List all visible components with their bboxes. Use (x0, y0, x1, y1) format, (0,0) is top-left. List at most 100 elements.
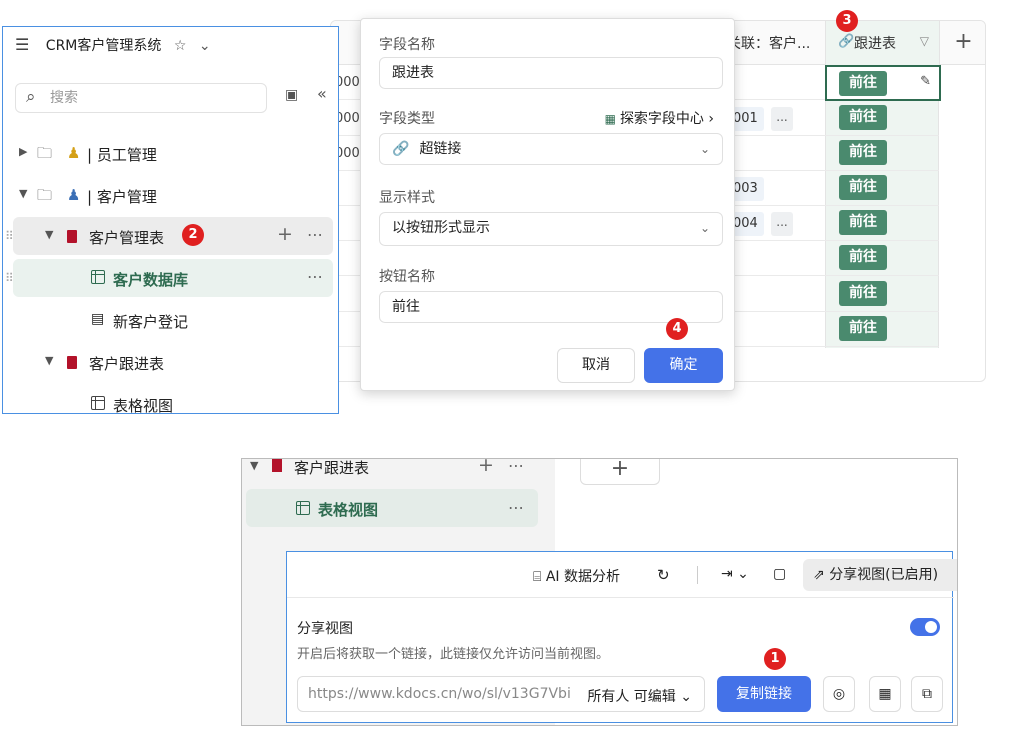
add-icon[interactable]: + (277, 223, 293, 245)
drag-handle-icon[interactable]: ⠿ (5, 229, 14, 243)
export-icon[interactable]: ⇥ ⌄ (721, 566, 749, 582)
display-style-select[interactable]: 以按钮形式显示 ⌄ (379, 212, 723, 246)
sidebar-item-label: 新客户登记 (113, 313, 189, 331)
share-view-description: 开启后将获取一个链接，此链接仅允许访问当前视图。 (297, 647, 610, 662)
search-box[interactable]: ⌕ (15, 83, 267, 113)
caret-right-icon[interactable]: ▶ (19, 145, 27, 158)
add-column-button[interactable]: + (939, 21, 985, 65)
search-input[interactable] (50, 88, 250, 108)
chevron-down-icon[interactable]: ⌄ (199, 38, 211, 54)
field-name-label: 字段名称 (379, 37, 435, 53)
share-view-panel: ⌸ AI 数据分析 ↻ ⇥ ⌄ ▢ ⇗ 分享视图(已启用) 分享视图 开启后将获… (286, 551, 957, 723)
more-icon[interactable]: ⋯ (508, 459, 524, 475)
more-chip[interactable]: ... (771, 107, 793, 131)
add-tab-button[interactable]: + (580, 459, 660, 485)
history-icon[interactable]: ↻ (657, 566, 670, 584)
share-view-label: 分享视图(已启用) (829, 567, 939, 583)
selected-cell[interactable]: 前往 ✎ (825, 65, 941, 101)
more-icon[interactable]: ⋯ (508, 498, 524, 517)
save-icon[interactable]: ▣ (285, 87, 298, 103)
grid-view-icon (91, 270, 105, 284)
step-badge-3: 3 (836, 10, 858, 32)
sidebar-item-label: 客户跟进表 (294, 459, 370, 477)
share-view-toggle[interactable] (910, 618, 940, 636)
link-icon: 🔗 (838, 34, 855, 49)
add-icon[interactable]: + (478, 459, 494, 476)
column-header-relation[interactable]: 关联：客户... (727, 33, 810, 53)
sidebar: ☰ CRM客户管理系统 ☆ ⌄ ⌕ ▣ « ▶ 🗀 ♟ | 员工管理 ▼ 🗀 ♟… (2, 26, 339, 414)
collapse-icon[interactable]: « (317, 84, 327, 103)
sidebar-item-customer-db[interactable]: ⠿ 客户数据库 ⋯ (5, 259, 333, 297)
qrcode-icon[interactable]: ▦ (869, 676, 901, 712)
button-name-label: 按钮名称 (379, 269, 435, 285)
form-icon: ▤ (91, 311, 105, 327)
caret-down-icon[interactable]: ▼ (45, 228, 53, 241)
goto-button[interactable]: 前往 (839, 140, 887, 165)
goto-button[interactable]: 前往 (839, 316, 887, 341)
link-icon: 🔗 (392, 141, 410, 157)
grid-view-icon (296, 501, 310, 515)
app-title[interactable]: CRM客户管理系统 (46, 38, 162, 54)
display-style-label: 显示样式 (379, 190, 435, 206)
sidebar-item-new-customer-form[interactable]: ▤ 新客户登记 (13, 301, 333, 339)
display-style-value: 以按钮形式显示 (392, 220, 490, 236)
cancel-button[interactable]: 取消 (557, 348, 635, 383)
ai-analysis-button[interactable]: ⌸ AI 数据分析 (533, 566, 620, 586)
caret-down-icon[interactable]: ▼ (45, 354, 53, 367)
pencil-icon[interactable]: ✎ (920, 74, 931, 89)
person-icon: ♟ (67, 186, 81, 204)
goto-button[interactable]: 前往 (839, 245, 887, 270)
more-icon[interactable]: ⋯ (307, 225, 323, 244)
ai-icon: ⌸ (533, 569, 542, 585)
sidebar-item-label: 表格视图 (318, 501, 379, 519)
column-header-link-label: 跟进表 (854, 36, 896, 52)
chevron-down-icon: ⌄ (699, 221, 710, 235)
sidebar-item-followup-table[interactable]: ▼ 客户跟进表 + ⋯ (246, 459, 538, 493)
goto-button[interactable]: 前往 (839, 210, 887, 235)
share-view-button[interactable]: ⇗ 分享视图(已启用) (803, 559, 957, 591)
goto-button[interactable]: 前往 (839, 175, 887, 200)
sidebar-item-staff[interactable]: ▶ 🗀 ♟ | 员工管理 (13, 134, 333, 172)
field-type-select[interactable]: 🔗 超链接 ⌄ (379, 133, 723, 165)
wechat-icon[interactable]: ◎ (823, 676, 855, 712)
sidebar-item-grid-view[interactable]: 表格视图 ⋯ (246, 489, 538, 527)
preview-icon[interactable]: ⧉ (911, 676, 943, 712)
field-type-value: 超链接 (419, 141, 462, 157)
grid-view-icon (91, 396, 105, 410)
share-url-field[interactable]: https://www.kdocs.cn/wo/sl/v13G7Vbi 所有人 … (297, 676, 705, 712)
field-type-label: 字段类型 (379, 111, 435, 127)
field-name-input[interactable]: 跟进表 (379, 57, 723, 89)
share-view-screenshot: ▼ 客户跟进表 + ⋯ 表格视图 ⋯ + ⌸ AI 数据分析 ↻ ⇥ ⌄ ▢ ⇗… (241, 458, 958, 726)
step-badge-2: 2 (182, 224, 204, 246)
caret-down-icon[interactable]: ▼ (19, 187, 27, 200)
apps-icon: ▦ (604, 112, 616, 126)
person-icon: ♟ (67, 144, 81, 162)
share-view-title: 分享视图 (297, 621, 353, 637)
drag-handle-icon[interactable]: ⠿ (5, 271, 14, 285)
more-chip[interactable]: ... (771, 212, 793, 236)
goto-button[interactable]: 前往 (839, 105, 887, 130)
step-badge-1: 1 (764, 648, 786, 670)
sidebar-item-followup-table[interactable]: ▼ 客户跟进表 (13, 343, 333, 381)
sidebar-item-customer-table[interactable]: ⠿ ▼ 客户管理表 + ⋯ (5, 217, 333, 255)
star-icon[interactable]: ☆ (174, 38, 187, 54)
menu-icon[interactable]: ☰ (15, 35, 29, 54)
folder-icon: 🗀 (37, 144, 53, 162)
permission-select[interactable]: 所有人 可编辑 ⌄ (587, 686, 692, 706)
clipboard-icon[interactable]: ▢ (773, 566, 786, 582)
explore-field-center-link[interactable]: ▦ 探索字段中心 › (605, 108, 714, 128)
goto-button[interactable]: 前往 (839, 281, 887, 306)
caret-down-icon[interactable]: ▼ (250, 459, 258, 472)
copy-link-button[interactable]: 复制链接 (717, 676, 811, 712)
filter-icon[interactable]: ▽ (920, 34, 929, 48)
sidebar-item-label: 客户管理表 (89, 229, 165, 247)
goto-button[interactable]: 前往 (839, 71, 887, 96)
sidebar-item-label: | 客户管理 (87, 188, 157, 206)
confirm-button[interactable]: 确定 (644, 348, 723, 383)
sidebar-item-customers[interactable]: ▼ 🗀 ♟ | 客户管理 (13, 176, 333, 214)
share-url[interactable]: https://www.kdocs.cn/wo/sl/v13G7Vbi (308, 686, 571, 702)
sidebar-item-grid-view[interactable]: 表格视图 (13, 385, 333, 413)
sidebar-item-label: | 员工管理 (87, 146, 157, 164)
more-icon[interactable]: ⋯ (307, 267, 323, 286)
sidebar-item-label: 客户跟进表 (89, 355, 165, 373)
